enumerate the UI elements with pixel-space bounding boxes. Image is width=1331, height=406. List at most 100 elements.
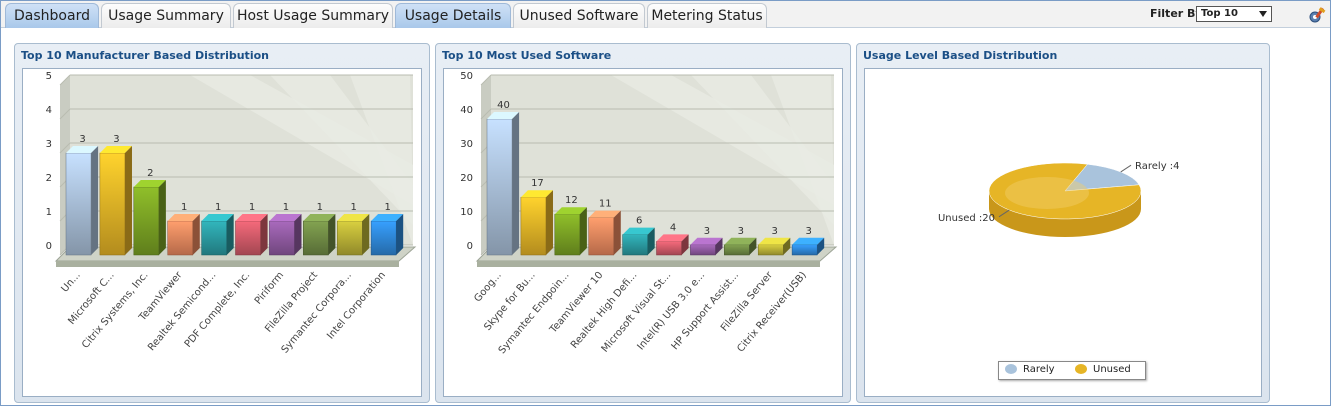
y-tick-label: 30 — [460, 139, 473, 150]
chart-bar — [303, 214, 336, 256]
settings-tools-icon[interactable] — [1307, 5, 1327, 25]
tab-bar: Dashboard Usage Summary Host Usage Summa… — [1, 1, 1330, 28]
chart-bar — [167, 214, 200, 256]
data-label: 1 — [317, 202, 323, 213]
filter-by-value: Top 10 — [1201, 8, 1238, 19]
data-label: 3 — [113, 134, 119, 145]
chart-bar — [370, 214, 404, 256]
usage-level-panel: Usage Level Based Distribution Rarely :4… — [856, 43, 1270, 403]
manufacturer-bar-chart: 0123453Un...3Microsoft C...2Citrix Syste… — [46, 71, 417, 356]
data-label: 3 — [738, 226, 744, 237]
chart-bar — [724, 237, 757, 256]
tab-dashboard[interactable]: Dashboard — [5, 3, 99, 28]
chart-bar — [201, 214, 234, 256]
data-label: 3 — [772, 226, 778, 237]
data-label: 6 — [636, 216, 642, 227]
y-tick-label: 0 — [46, 241, 52, 252]
legend-swatch — [1075, 364, 1087, 374]
data-label: 17 — [531, 178, 544, 189]
chart-legend: Rarely Unused — [998, 361, 1146, 380]
x-tick-label: PDF Complete, Inc. — [183, 270, 253, 350]
y-tick-label: 0 — [467, 241, 473, 252]
tab-usage-summary[interactable]: Usage Summary — [101, 3, 231, 28]
pie-label: Rarely :4 — [1135, 161, 1180, 172]
chart-bar — [622, 227, 655, 256]
chart-area: 0 10 20 30 40 50 40 Goog... 17 Skype for Bu... 12 S… — [443, 68, 843, 397]
chart-area: Rarely :4 Unused :20 Rarely Unused — [864, 68, 1262, 397]
y-tick-label: 10 — [460, 207, 473, 218]
tab-unused-software[interactable]: Unused Software — [513, 3, 645, 28]
chart-bar — [690, 237, 723, 256]
x-tick-label: Goog... — [472, 270, 503, 305]
data-label: 11 — [599, 199, 612, 210]
legend-swatch — [1005, 364, 1017, 374]
usage-pie-chart: Rarely :4 Unused :20 — [938, 161, 1180, 237]
x-tick-label: Piriform — [253, 270, 286, 307]
chart-bar — [269, 214, 302, 256]
y-tick-label: 50 — [460, 71, 473, 82]
data-label: 4 — [670, 222, 676, 233]
legend-label: Unused — [1093, 364, 1131, 375]
chart-bar — [486, 112, 520, 256]
legend-item-unused: Unused — [1075, 364, 1131, 375]
y-tick-label: 1 — [46, 207, 52, 218]
chart-bar — [336, 214, 370, 256]
y-tick-label: 4 — [46, 105, 52, 116]
chevron-down-icon — [1259, 11, 1267, 17]
chart-bar — [133, 180, 166, 256]
y-tick-label: 40 — [460, 105, 473, 116]
data-label: 1 — [249, 202, 255, 213]
pie-label: Unused :20 — [938, 213, 995, 224]
x-tick-label: Citrix Receiver(USB) — [735, 270, 809, 355]
chart-area: 0 1 2 3 4 5 3 Un... 3 Microsoft C... 2 Citrix Syste… — [22, 68, 422, 397]
chart-floor-edge — [56, 261, 399, 267]
software-bar-chart: 0102030405040Goog...17Skype for Bu...12S… — [460, 71, 838, 356]
tab-host-usage-summary[interactable]: Host Usage Summary — [233, 3, 393, 28]
chart-bar — [554, 207, 587, 256]
chart-bar — [65, 146, 99, 256]
data-label: 1 — [384, 202, 390, 213]
x-tick-label: Intel Corporation — [325, 270, 388, 342]
data-label: 1 — [283, 202, 289, 213]
x-tick-label: Realtek Semicond... — [146, 270, 218, 353]
y-tick-label: 3 — [46, 139, 52, 150]
panel-title: Usage Level Based Distribution — [863, 49, 1058, 62]
pie-highlight — [1005, 177, 1089, 209]
tab-metering-status[interactable]: Metering Status — [647, 3, 767, 28]
chart-bar — [757, 237, 791, 256]
data-label: 40 — [497, 100, 510, 111]
y-tick-label: 5 — [46, 71, 52, 82]
y-tick-label: 20 — [460, 173, 473, 184]
x-tick-label: Un... — [59, 270, 82, 295]
data-label: 12 — [565, 195, 578, 206]
panel-title: Top 10 Most Used Software — [442, 49, 612, 62]
data-label: 2 — [147, 168, 153, 179]
y-tick-label: 2 — [46, 173, 52, 184]
x-tick-label: Intel(R) USB 3.0 e... — [635, 270, 707, 353]
chart-bar — [520, 190, 553, 256]
manufacturer-distribution-panel: Top 10 Manufacturer Based Distribution 0… — [14, 43, 430, 403]
chart-floor-edge — [477, 261, 820, 267]
panel-title: Top 10 Manufacturer Based Distribution — [21, 49, 269, 62]
chart-bar — [588, 210, 621, 256]
data-label: 1 — [215, 202, 221, 213]
filter-by-label: Filter By — [1150, 7, 1203, 20]
chart-bar — [791, 237, 825, 256]
chart-bar — [235, 214, 268, 256]
filter-by-select[interactable]: Top 10 — [1196, 6, 1272, 22]
legend-label: Rarely — [1023, 364, 1055, 375]
data-label: 3 — [805, 226, 811, 237]
pie-leader-line — [1120, 164, 1132, 173]
x-tick-label: HP Support Assist... — [670, 270, 742, 352]
chart-bar — [656, 234, 689, 256]
legend-item-rarely: Rarely — [1005, 364, 1055, 375]
chart-bar — [99, 146, 132, 256]
tab-usage-details[interactable]: Usage Details — [395, 3, 511, 28]
data-label: 1 — [351, 202, 357, 213]
data-label: 3 — [704, 226, 710, 237]
x-tick-label: Realtek High Defi... — [569, 270, 639, 351]
most-used-software-panel: Top 10 Most Used Software 0 10 20 30 40 50 40 G… — [435, 43, 851, 403]
x-tick-label: Citrix Systems, Inc. — [80, 270, 150, 351]
data-label: 1 — [181, 202, 187, 213]
data-label: 3 — [79, 134, 85, 145]
